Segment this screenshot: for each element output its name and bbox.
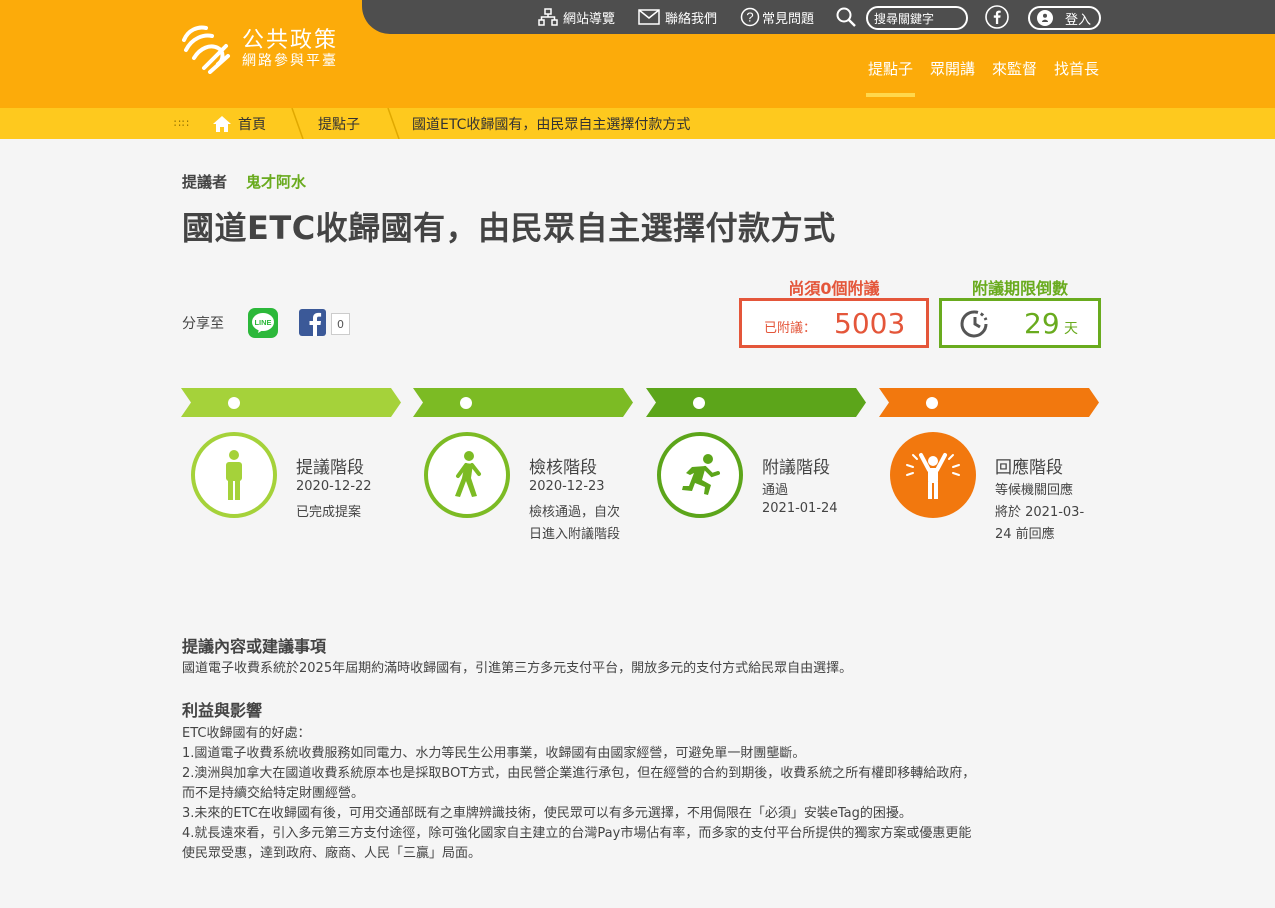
nav-item-supervise[interactable]: 來監督: [992, 58, 1037, 84]
facebook-icon: [985, 5, 1009, 29]
stage-4-badge: [890, 432, 976, 518]
breadcrumb-separator: [291, 108, 304, 139]
stage-4-line: 24 前回應: [995, 527, 1055, 542]
countdown-days: 29: [1024, 307, 1060, 340]
question-icon: ?: [740, 7, 760, 27]
sitemap-icon: [538, 8, 558, 26]
login-button[interactable]: 登入: [1028, 6, 1101, 30]
home-icon: [213, 116, 231, 132]
nav-item-officials[interactable]: 找首長: [1054, 58, 1099, 84]
stage-1-badge: [191, 432, 277, 518]
proposal-content-text: 國道電子收費系統於2025年屆期約滿時收歸國有，引進第三方多元支付平台，開放多元…: [182, 661, 853, 676]
search-icon: [836, 7, 856, 27]
facebook-share-button[interactable]: [299, 309, 326, 336]
stage-dot: [460, 397, 472, 409]
remaining-signatures-label: 尚須0個附議: [788, 279, 880, 298]
logo-mark-icon: [182, 25, 230, 74]
nav-item-forum[interactable]: 眾開講: [930, 58, 975, 84]
signed-count: 5003: [834, 307, 906, 340]
breadcrumb-separator: [387, 108, 400, 139]
stage-3-badge: [657, 432, 743, 518]
faq-link[interactable]: ? 常見問題: [740, 0, 814, 34]
faq-label: 常見問題: [762, 11, 815, 27]
stage-bar-3: [646, 388, 866, 417]
logo-subtitle: 網路參與平臺: [242, 53, 338, 69]
countdown-box: 29 天: [939, 298, 1101, 348]
stage-4-line: 將於 2021-03-: [995, 505, 1085, 520]
stage-2-title: 檢核階段: [529, 458, 597, 478]
breadcrumb-ideas[interactable]: 提點子: [318, 108, 360, 139]
benefits-line: ETC收歸國有的好處：: [182, 726, 311, 741]
person-cheering-icon: [906, 453, 960, 499]
stage-1-title: 提議階段: [296, 458, 364, 478]
site-logo[interactable]: 公共政策 網路參與平臺: [180, 20, 370, 76]
breadcrumb-home[interactable]: 首頁: [238, 108, 266, 139]
nav-active-indicator: [866, 93, 915, 97]
stage-2-line: 檢核通過，自次: [529, 505, 621, 520]
benefits-line: 4.就長遠來看，引入多元第三方支付途徑，除可強化國家自主建立的台灣Pay市場佔有…: [182, 826, 972, 841]
benefits-heading: 利益與影響: [182, 701, 263, 720]
stage-3-line: 2021-01-24: [762, 501, 838, 516]
clock-icon: [960, 310, 988, 338]
utility-bar: 網站導覽 聯絡我們 ? 常見問題 搜尋關鍵字 登入: [362, 0, 1275, 34]
stage-bar-2: [413, 388, 633, 417]
contact-link[interactable]: 聯絡我們: [638, 0, 717, 34]
stage-2-line: 2020-12-23: [529, 479, 605, 494]
line-icon: LINE: [252, 313, 274, 333]
benefits-line: 1.國道電子收費系統收費服務如同電力、水力等民生公用事業，收歸國有由國家經營，可…: [182, 746, 806, 761]
breadcrumb: ∷∷ 首頁 提點子 國道ETC收歸國有，由民眾自主選擇付款方式: [0, 108, 1275, 139]
search-placeholder: 搜尋關鍵字: [874, 11, 935, 26]
breadcrumb-current: 國道ETC收歸國有，由民眾自主選擇付款方式: [412, 116, 691, 133]
person-standing-icon: [226, 450, 242, 500]
stage-bar-1: [181, 388, 401, 417]
person-walking-icon: [455, 451, 481, 497]
svg-text:?: ?: [746, 10, 753, 25]
stage-4-title: 回應階段: [995, 458, 1063, 478]
benefits-line: 3.未來的ETC在收歸國有後，可用交通部既有之車牌辨識技術，使民眾可以有多元選擇…: [182, 806, 912, 821]
nav-item-ideas[interactable]: 提點子: [868, 58, 913, 84]
sitemap-label: 網站導覽: [563, 11, 616, 27]
stage-dot: [926, 397, 938, 409]
stage-bar-4: [879, 388, 1099, 417]
stage-1-line: 2020-12-22: [296, 479, 372, 494]
stage-dot: [693, 397, 705, 409]
site-header: 網站導覽 聯絡我們 ? 常見問題 搜尋關鍵字 登入 公共政策 網路參與平臺 提點…: [0, 0, 1275, 108]
user-icon: [1037, 10, 1053, 26]
stage-3-title: 附議階段: [762, 458, 830, 478]
stage-2-line: 日進入附議階段: [529, 527, 621, 542]
stage-1-line: 已完成提案: [296, 505, 362, 520]
stage-2-badge: [424, 432, 510, 518]
signature-count-box: 已附議： 5003: [739, 298, 929, 348]
stage-dot: [228, 397, 240, 409]
countdown-unit: 天: [1064, 321, 1078, 337]
benefits-line: 2.澳洲與加拿大在國道收費系統原本也是採取BOT方式，由民營企業進行承包，但在經…: [182, 766, 976, 781]
share-count: 0: [331, 313, 350, 335]
person-running-icon: [682, 454, 720, 495]
line-share-button[interactable]: LINE: [248, 308, 278, 338]
countdown-label: 附議期限倒數: [971, 279, 1068, 298]
svg-text:LINE: LINE: [254, 318, 271, 327]
benefits-line: 使民眾受惠，達到政府、廠商、人民「三贏」局面。: [182, 846, 482, 861]
search-button[interactable]: [836, 0, 861, 34]
facebook-icon: [309, 312, 322, 336]
proposer-label: 提議者: [182, 173, 228, 191]
page-title: 國道ETC收歸國有，由民眾自主選擇付款方式: [182, 209, 836, 247]
stage-3-line: 通過: [762, 483, 789, 498]
facebook-link[interactable]: [985, 0, 1014, 34]
signed-label: 已附議：: [764, 321, 817, 336]
login-label: 登入: [1065, 12, 1092, 28]
benefits-line: 而不是持續交給特定財團經營。: [182, 786, 365, 801]
grid-menu-icon[interactable]: ∷∷: [174, 108, 190, 139]
proposal-content-heading: 提議內容或建議事項: [182, 637, 327, 656]
share-label: 分享至: [182, 316, 224, 332]
envelope-icon: [638, 9, 660, 25]
search-input[interactable]: 搜尋關鍵字: [866, 6, 968, 30]
contact-label: 聯絡我們: [665, 11, 718, 27]
proposer-name[interactable]: 鬼才阿水: [246, 171, 306, 192]
sitemap-link[interactable]: 網站導覽: [538, 0, 615, 34]
stage-4-line: 等候機關回應: [995, 483, 1074, 498]
